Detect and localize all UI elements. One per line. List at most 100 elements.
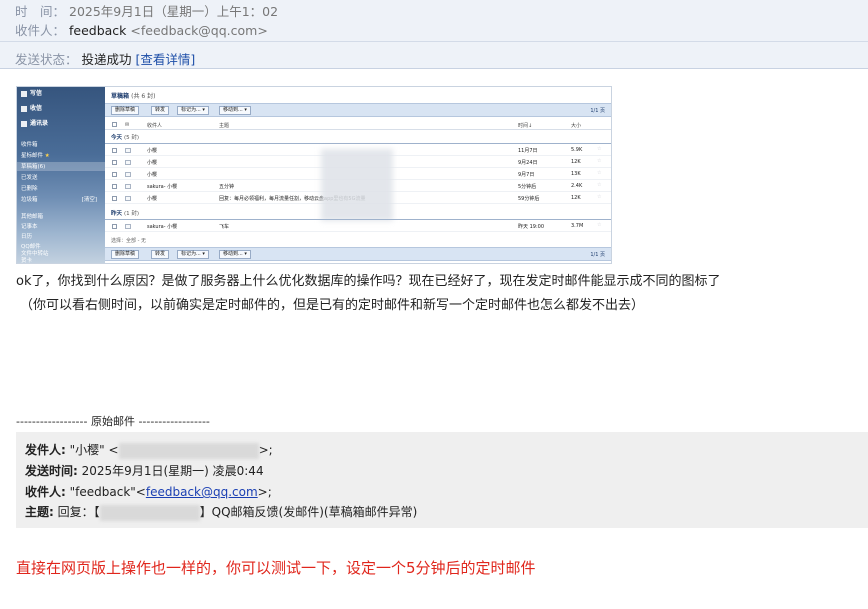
row-checkbox [112, 184, 117, 189]
star-icon: ☆ [597, 222, 602, 228]
select-line: 选择：全部 - 无 [111, 238, 146, 244]
delete-draft-button: 删除草稿 [111, 106, 140, 115]
row-checkbox [112, 148, 117, 153]
envelope-icon [125, 184, 131, 189]
status-details-link[interactable]: [查看详情] [136, 52, 196, 67]
quoted-to-email-link[interactable]: feedback@qq.com [146, 485, 258, 499]
message-paragraph-2: （你可以看右侧时间，以前确实是定时邮件的，但是已有的定时邮件和新写一个定时邮件也… [20, 298, 645, 313]
time-row: 时 间： 2025年9月1日（星期一）上午1：02 [15, 1, 278, 20]
redacted-email [118, 442, 259, 459]
quoted-sent-row: 发送时间: 2025年9月1日(星期一) 凌晨0:44 [25, 462, 264, 479]
quoted-subject-suffix: 】QQ邮箱反馈(发邮件)(草稿箱邮件异常) [199, 505, 418, 519]
col-subject: 主题 [219, 123, 230, 129]
sidebar-item-spam: 垃圾箱 [清空] [21, 197, 97, 203]
screenshot-sidebar: 写信 收信 通讯录 收件箱 星标邮件 ★ 草稿箱(6) 已发送 已删除 垃圾箱[… [17, 87, 105, 264]
row-recipient: sakura- 小樱 [147, 184, 178, 190]
envelope-icon [125, 160, 131, 165]
sidebar-item-other: 其他邮箱 [21, 214, 44, 220]
quoted-subject-prefix: 回复：【 [57, 505, 100, 519]
forward-button: 转发 [151, 106, 170, 115]
time-label: 时 间： [15, 4, 66, 19]
quoted-to-row: 收件人: "feedback"<feedback@qq.com>; [25, 483, 272, 500]
forward-button: 转发 [151, 250, 170, 259]
quoted-from-tail: >; [258, 443, 273, 457]
quoted-from-row: 发件人: "小樱" < >; [25, 441, 273, 459]
sidebar-item-notes: 记事本 [21, 224, 38, 230]
recipient-row: 收件人： feedback <feedback@qq.com> [15, 20, 268, 39]
row-recipient: 小樱 [147, 160, 158, 166]
sidebar-clear-link: [清空] [81, 197, 97, 203]
envelope-icon [125, 196, 131, 201]
row-size: 2.4K [571, 183, 583, 189]
col-size: 大小 [571, 123, 582, 129]
contacts-icon [21, 120, 27, 127]
row-checkbox [112, 172, 117, 177]
reply-instruction: 直接在网页版上操作也一样的，你可以测试一下，设定一个5分钟后的定时邮件 [16, 559, 536, 577]
sidebar-item-calendar: 日历 [21, 234, 33, 240]
sidebar-item-cards: 贺卡 [21, 258, 33, 264]
sidebar-item-starred: 星标邮件 ★ [21, 153, 50, 159]
group-yesterday-line [105, 219, 611, 220]
delete-draft-button: 删除草稿 [111, 250, 140, 259]
row-checkbox [112, 160, 117, 165]
table-row: sakura- 小樱 飞车 昨天 19:00 3.7M ☆ [105, 221, 611, 232]
mail-header: 时 间： 2025年9月1日（星期一）上午1：02 收件人： feedback … [0, 0, 868, 69]
group-today: 今天 (5 封) [111, 135, 139, 141]
mark-as-dropdown: 标记为... ▾ [177, 106, 209, 115]
sidebar-item-inbox: 收件箱 [21, 142, 38, 148]
star-icon: ☆ [597, 158, 602, 164]
sidebar-item-contacts: 通讯录 [21, 120, 48, 128]
original-mail-divider: ------------------ 原始邮件 ----------------… [16, 415, 210, 428]
sidebar-item-drafts: 草稿箱(6) [21, 164, 46, 170]
row-recipient: sakura- 小樱 [147, 224, 178, 230]
envelope-col-icon: ✉ [125, 122, 130, 128]
redacted-subject [99, 504, 200, 521]
star-icon: ★ [44, 153, 50, 159]
row-time: 59分钟后 [518, 196, 540, 202]
compose-icon [21, 90, 27, 97]
row-subject: 飞车 [219, 224, 230, 230]
row-time: 9月24日 [518, 160, 538, 166]
row-time: 昨天 19:00 [518, 224, 544, 230]
row-size: 12K [571, 195, 581, 201]
quoted-subject-row: 主题: 回复：【 】QQ邮箱反馈(发邮件)(草稿箱邮件异常) [25, 503, 417, 521]
row-recipient: 小樱 [147, 148, 158, 154]
group-yesterday: 昨天 (1 封) [111, 211, 139, 217]
redacted-subjects [321, 149, 393, 221]
status-row: 发送状态： 投递成功 [查看详情] [15, 49, 195, 68]
status-value: 投递成功 [81, 52, 132, 67]
folder-title: 草稿箱 (共 6 封) [111, 93, 156, 100]
bottom-toolbar: 删除草稿 转发 标记为... ▾ 移动到... ▾ 1/1 页 [105, 247, 611, 261]
quoted-subject-label: 主题: [25, 505, 54, 519]
quoted-to-label: 收件人: [25, 485, 66, 499]
row-checkbox [112, 196, 117, 201]
row-time: 11月7日 [518, 148, 538, 154]
row-subject: 五分钟 [219, 184, 235, 190]
row-size: 5.9K [571, 147, 583, 153]
quoted-message-box: 发件人: "小樱" < >; 发送时间: 2025年9月1日(星期一) 凌晨0:4… [16, 432, 868, 528]
row-size: 12K [571, 159, 581, 165]
column-header: ✉ 收件人 主题 时间↓ 大小 [105, 120, 611, 130]
sidebar-item-receive: 收信 [21, 105, 42, 113]
move-to-dropdown: 移动到... ▾ [219, 106, 251, 115]
sidebar-item-compose: 写信 [21, 90, 42, 98]
row-time: 9月7日 [518, 172, 535, 178]
row-size: 3.7M [571, 223, 584, 229]
recipient-email: <feedback@qq.com> [130, 23, 268, 38]
quoted-sent-value: 2025年9月1日(星期一) 凌晨0:44 [81, 464, 264, 478]
envelope-icon [125, 172, 131, 177]
row-size: 13K [571, 171, 581, 177]
page-indicator: 1/1 页 [590, 108, 605, 114]
embedded-screenshot: 写信 收信 通讯录 收件箱 星标邮件 ★ 草稿箱(6) 已发送 已删除 垃圾箱[… [16, 86, 612, 264]
envelope-icon [125, 224, 131, 229]
header-divider [0, 41, 868, 42]
quoted-sent-label: 发送时间: [25, 464, 78, 478]
select-all-checkbox [112, 122, 117, 127]
receive-icon [21, 105, 27, 112]
group-today-line [105, 143, 611, 144]
message-paragraph-1: ok了，你找到什么原因？是做了服务器上什么优化数据库的操作吗？现在已经好了，现在… [16, 274, 721, 289]
col-time: 时间↓ [518, 123, 533, 129]
time-value: 2025年9月1日（星期一）上午1：02 [69, 4, 279, 19]
recipient-name[interactable]: feedback [69, 23, 126, 38]
envelope-icon [125, 148, 131, 153]
